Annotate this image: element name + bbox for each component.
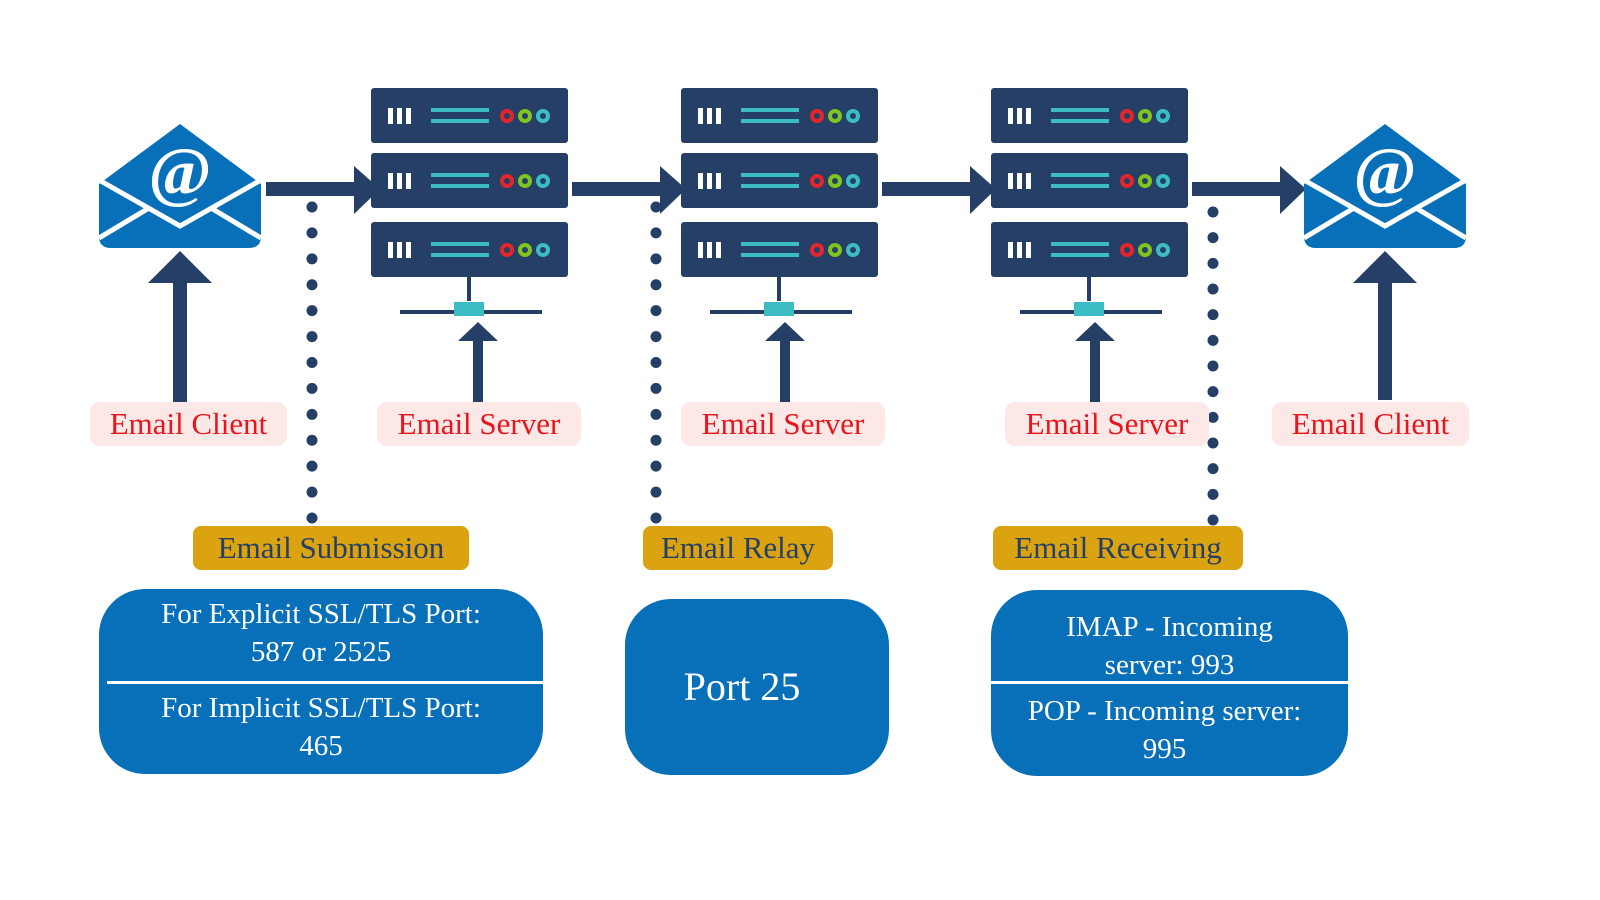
dot [650, 486, 662, 498]
dot [306, 408, 318, 420]
dot [306, 331, 318, 343]
stage-label-receiving: Email Receiving [993, 526, 1243, 570]
port-implicit-tls-value: 465 [299, 730, 343, 762]
dot [306, 305, 318, 317]
port-relay: Port 25 [595, 663, 889, 711]
network-connector-icon [710, 277, 852, 316]
server-unit [991, 88, 1188, 143]
dot [306, 460, 318, 472]
port-implicit-tls-label: For Implicit SSL/TLS Port: [161, 692, 481, 724]
server-unit [991, 153, 1188, 208]
dot [650, 305, 662, 317]
dot [650, 408, 662, 420]
dot [306, 253, 318, 265]
envelope-at-icon: @ [1302, 124, 1468, 248]
dot [1207, 386, 1219, 398]
dot [306, 357, 318, 368]
dot [1207, 437, 1219, 449]
dot [306, 382, 318, 394]
dot [650, 434, 662, 446]
dot [1207, 463, 1219, 475]
stage-label-relay: Email Relay [643, 526, 833, 570]
port-box-submission: For Explicit SSL/TLS Port: 587 or 2525 F… [99, 589, 543, 774]
port-imap: IMAP - Incoming server: 993 [991, 608, 1348, 684]
server-unit [371, 88, 568, 143]
dot [1207, 334, 1219, 346]
dot [650, 227, 662, 239]
at-symbol-icon: @ [148, 133, 211, 209]
dot [306, 434, 318, 446]
dot [1207, 360, 1219, 372]
server-stack-icon [681, 88, 878, 316]
dot [1207, 232, 1219, 244]
server-stack-icon [371, 88, 568, 316]
dot [650, 357, 662, 368]
server-unit [681, 222, 878, 277]
port-box-receiving: IMAP - Incoming server: 993 POP - Incomi… [991, 590, 1348, 776]
server-unit [681, 88, 878, 143]
up-arrow-submission-server [458, 322, 498, 402]
dot [1207, 488, 1219, 500]
arrow-relay-to-receiving [882, 166, 996, 214]
dot [1207, 206, 1219, 218]
role-label-receiving-server: Email Server [1005, 402, 1209, 446]
dot [650, 382, 662, 394]
arrow-receiving-to-client [1192, 166, 1306, 214]
dot [306, 512, 318, 524]
port-relay-value: Port 25 [683, 664, 801, 709]
port-imap-value: server: 993 [1104, 649, 1235, 681]
dot [650, 512, 662, 524]
server-unit [681, 153, 878, 208]
role-label-relay-server: Email Server [681, 402, 885, 446]
up-arrow-recipient-client [1353, 251, 1417, 400]
network-connector-icon [1020, 277, 1162, 316]
port-pop-label: POP - Incoming server: [1027, 695, 1302, 727]
dot [306, 279, 318, 291]
up-arrow-receiving-server [1075, 322, 1115, 402]
dot [1207, 283, 1219, 295]
role-label-recipient-client: Email Client [1272, 402, 1469, 446]
port-implicit-tls: For Implicit SSL/TLS Port: 465 [99, 689, 543, 765]
arrow-client-to-submission [266, 166, 380, 214]
server-stack-icon [991, 88, 1188, 316]
port-divider [107, 681, 543, 684]
port-explicit-tls-value: 587 or 2525 [250, 636, 392, 668]
dot [1207, 514, 1219, 526]
server-unit [371, 153, 568, 208]
stage-label-submission: Email Submission [193, 526, 469, 570]
port-imap-label: IMAP - Incoming [1066, 611, 1273, 643]
dotted-line-receiving [1207, 206, 1219, 526]
dot [650, 253, 662, 265]
dot [1207, 411, 1219, 423]
port-pop-value: 995 [1142, 733, 1187, 765]
role-label-sender-client: Email Client [90, 402, 287, 446]
port-divider [991, 681, 1348, 684]
server-unit [991, 222, 1188, 277]
role-label-submission-server: Email Server [377, 402, 581, 446]
dot [650, 331, 662, 343]
server-unit [371, 222, 568, 277]
dot [1207, 309, 1219, 321]
arrow-submission-to-relay [572, 166, 686, 214]
dot [1207, 257, 1219, 269]
port-box-relay: Port 25 [625, 599, 889, 775]
port-pop: POP - Incoming server: 995 [981, 692, 1348, 768]
port-explicit-tls-label: For Explicit SSL/TLS Port: [161, 598, 481, 630]
up-arrow-relay-server [765, 322, 805, 402]
dot [650, 460, 662, 472]
dot [306, 201, 318, 213]
dotted-line-relay [650, 201, 662, 524]
port-explicit-tls: For Explicit SSL/TLS Port: 587 or 2525 [99, 595, 543, 671]
dot [650, 279, 662, 291]
up-arrow-sender-client [148, 251, 212, 402]
dot [650, 201, 662, 213]
dotted-line-submission [306, 201, 318, 524]
dot [306, 486, 318, 498]
network-connector-icon [400, 277, 542, 316]
envelope-at-icon: @ [97, 124, 263, 248]
dot [306, 227, 318, 239]
at-symbol-icon: @ [1353, 133, 1416, 209]
